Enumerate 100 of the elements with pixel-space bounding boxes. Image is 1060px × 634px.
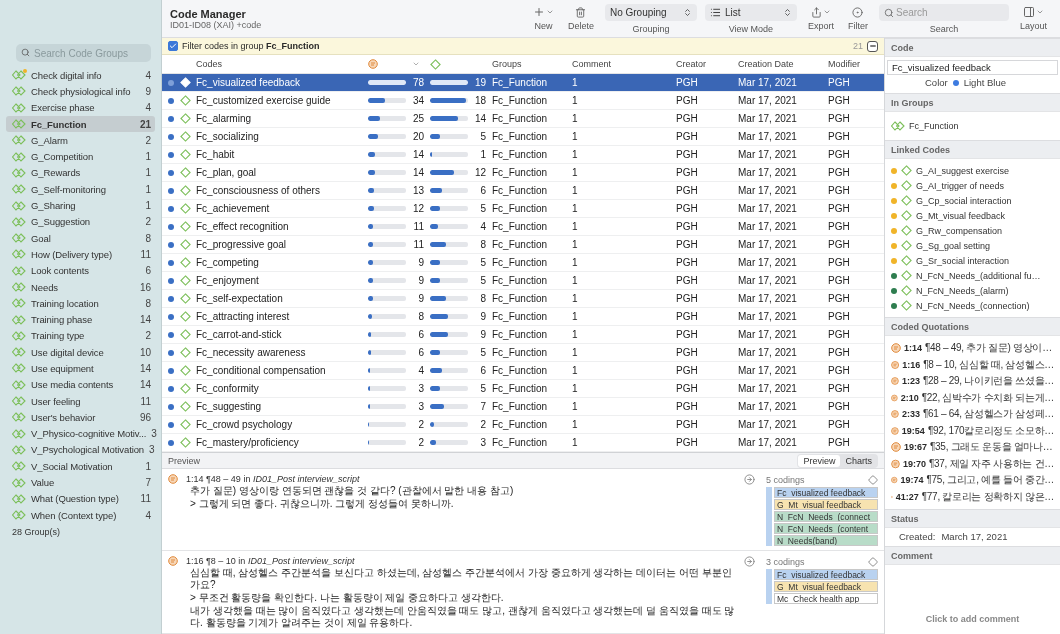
code-row[interactable]: Fc_suggesting 3 7 Fc_Function 1 PGH Mar 17, 2021 PGH — [162, 398, 884, 416]
code-group-item[interactable]: Training phase 14 — [6, 311, 155, 328]
code-icon — [180, 203, 191, 214]
code-row[interactable]: Fc_plan, goal 14 12 Fc_Function 1 PGH Mar 17, 2021 PGH — [162, 164, 884, 182]
code-row[interactable]: Fc_conformity 3 5 Fc_Function 1 PGH Mar 17, 2021 PGH — [162, 380, 884, 398]
linked-code[interactable]: N_FcN_Needs_(additional fu… — [916, 270, 1041, 281]
code-group-item[interactable]: Training location 8 — [6, 295, 155, 312]
code-row[interactable]: Fc_enjoyment 9 5 Fc_Function 1 PGH Mar 17, 2021 PGH — [162, 272, 884, 290]
code-row[interactable]: Fc_alarming 25 14 Fc_Function 1 PGH Mar 17, 2021 PGH — [162, 110, 884, 128]
code-group-item[interactable]: G_Suggestion 2 — [6, 213, 155, 230]
code-tag[interactable]: G_Mt_visual feedback — [774, 581, 878, 592]
code-tag[interactable]: G_Mt_visual feedback — [774, 499, 878, 510]
view-tab[interactable]: Preview — [798, 454, 841, 467]
code-group-icon — [12, 510, 26, 521]
code-group-item[interactable]: User's behavior 96 — [6, 409, 155, 426]
linked-code[interactable]: G_Cp_social interaction — [916, 195, 1012, 206]
code-group-item[interactable]: G_Competition 1 — [6, 148, 155, 165]
code-tag[interactable]: Fc_visualized feedback — [774, 487, 878, 498]
code-row[interactable]: Fc_crowd psychology 2 2 Fc_Function 1 PGH Mar 17, 2021 PGH — [162, 416, 884, 434]
code-group-item[interactable]: G_Alarm 2 — [6, 132, 155, 149]
code-group-item[interactable]: Use equipment 14 — [6, 360, 155, 377]
column-header[interactable]: Creator — [676, 59, 738, 69]
linked-code[interactable]: G_Sr_social interaction — [916, 255, 1010, 266]
group-name: User's behavior — [31, 411, 97, 423]
group-name: G_Alarm — [31, 134, 69, 146]
dropdown-select[interactable]: No Grouping — [604, 3, 697, 21]
linked-code[interactable]: G_Rw_compensation — [916, 225, 1003, 236]
code-row[interactable]: Fc_carrot-and-stick 6 9 Fc_Function 1 PGH Mar 17, 2021 PGH — [162, 326, 884, 344]
code-tag[interactable]: Mc_Check health app — [774, 593, 878, 604]
code-row[interactable]: Fc_competing 9 5 Fc_Function 1 PGH Mar 17, 2021 PGH — [162, 254, 884, 272]
code-row[interactable]: Fc_necessity awareness 6 5 Fc_Function 1 PGH Mar 17, 2021 PGH — [162, 344, 884, 362]
code-group-item[interactable]: How (Delivery type) 11 — [6, 246, 155, 263]
code-row[interactable]: Fc_achievement 12 5 Fc_Function 1 PGH Mar 17, 2021 PGH — [162, 200, 884, 218]
code-group-item[interactable]: Needs 16 — [6, 278, 155, 296]
plus-icon — [532, 6, 545, 18]
code-row[interactable]: Fc_consciousness of others 13 6 Fc_Function 1 PGH Mar 17, 2021 PGH — [162, 182, 884, 200]
code-group-item[interactable]: Value 7 — [6, 474, 155, 491]
code-row[interactable]: Fc_conditional compensation 4 6 Fc_Function 1 PGH Mar 17, 2021 PGH — [162, 362, 884, 380]
code-row[interactable]: Fc_habit 14 1 Fc_Function 1 PGH Mar 17, 2021 PGH — [162, 146, 884, 164]
search-field[interactable]: Search Code Groups — [16, 44, 151, 62]
delete-button[interactable]: Delete — [560, 6, 601, 31]
linked-code[interactable]: G_Sg_goal setting — [916, 240, 991, 251]
code-row[interactable]: Fc_socializing 20 5 Fc_Function 1 PGH Mar 17, 2021 PGH — [162, 128, 884, 146]
code-name: Fc_self-expectation — [196, 293, 284, 304]
column-header[interactable]: Modifier — [828, 59, 884, 69]
code-group-item[interactable]: What (Question type) 11 — [6, 490, 155, 507]
color-dot — [168, 277, 174, 284]
section-header: Coded Quotations — [885, 317, 1060, 336]
code-group-item[interactable]: Check digital info 4 — [6, 67, 155, 84]
code-group-item[interactable]: When (Context type) 4 — [6, 507, 155, 524]
code-row[interactable]: Fc_attracting interest 8 9 Fc_Function 1 PGH Mar 17, 2021 PGH — [162, 308, 884, 326]
code-group-item[interactable]: G_Sharing 1 — [6, 197, 155, 214]
code-group-item[interactable]: Goal 8 — [6, 229, 155, 247]
new-button[interactable]: New — [525, 6, 561, 31]
code-group-item[interactable]: V_Physico-cognitive Motiv... 3 — [6, 425, 155, 442]
export-button[interactable]: Export — [800, 6, 841, 31]
filter-checkbox[interactable] — [168, 41, 178, 51]
code-row[interactable]: Fc_effect recognition 11 4 Fc_Function 1 PGH Mar 17, 2021 PGH — [162, 218, 884, 236]
remove-filter-button[interactable] — [867, 40, 878, 52]
code-group-item[interactable]: Use media contents 14 — [6, 376, 155, 393]
column-header[interactable]: Codes — [196, 59, 368, 69]
column-header[interactable]: Groups — [492, 59, 572, 69]
quotation-snippet: ¶8 – 10, 심심할 때, 삼성헬스… — [923, 357, 1054, 372]
layout-button[interactable]: Layout — [1012, 6, 1054, 31]
code-tag[interactable]: N_Needs(band) — [774, 535, 878, 546]
code-group-item[interactable]: Exercise phase 4 — [6, 99, 155, 116]
code-group-item[interactable]: V_Psychological Motivation 3 — [6, 441, 155, 459]
filter-button[interactable]: Filter — [840, 6, 875, 31]
linked-code[interactable]: N_FcN_Needs_(connection) — [916, 300, 1030, 311]
linked-code[interactable]: G_AI_trigger of needs — [916, 180, 1005, 191]
code-row[interactable]: Fc_customized exercise guide 34 18 Fc_Function 1 PGH Mar 17, 2021 PGH — [162, 92, 884, 110]
column-header[interactable]: Creation Date — [738, 59, 828, 69]
linked-code[interactable]: N_FcN_Needs_(alarm) — [916, 285, 1009, 296]
code-row[interactable]: Fc_mastery/proficiency 2 3 Fc_Function 1 PGH Mar 17, 2021 PGH — [162, 434, 884, 452]
dropdown-select[interactable]: List — [704, 3, 797, 21]
code-group-item[interactable]: Use digital device 10 — [6, 344, 155, 361]
code-group-item[interactable]: User feeling 11 — [6, 392, 155, 410]
code-group-icon — [12, 412, 26, 423]
add-comment-hint[interactable]: Click to add comment — [925, 614, 1020, 624]
code-tag[interactable]: Fc_visualized feedback — [774, 569, 878, 580]
link-count: 3 — [479, 437, 486, 448]
view-tab[interactable]: Charts — [840, 454, 877, 467]
code-row[interactable]: Fc_visualized feedback 78 19 Fc_Function 1 PGH Mar 17, 2021 PGH — [162, 74, 884, 92]
linked-code[interactable]: G_AI_suggest exercise — [916, 165, 1010, 176]
search-field[interactable]: Search — [878, 3, 1009, 21]
column-header[interactable]: Comment — [572, 59, 676, 69]
code-group-item[interactable]: G_Rewards 1 — [6, 164, 155, 182]
date-cell-text: Mar 17, 2021 — [738, 329, 798, 340]
code-group-item[interactable]: Fc_Function 21 — [6, 115, 155, 133]
code-row[interactable]: Fc_progressive goal 11 8 Fc_Function 1 PGH Mar 17, 2021 PGH — [162, 236, 884, 254]
code-row[interactable]: Fc_self-expectation 9 8 Fc_Function 1 PGH Mar 17, 2021 PGH — [162, 290, 884, 308]
code-name-field[interactable]: Fc_visualized feedback — [887, 60, 1058, 75]
code-group-item[interactable]: V_Social Motivation 1 — [6, 458, 155, 475]
code-group-item[interactable]: Check physiological info 9 — [6, 83, 155, 100]
linked-code[interactable]: G_Mt_visual feedback — [916, 210, 1006, 221]
code-group-icon — [12, 200, 26, 211]
code-tag[interactable]: N_FcN_Needs_(connect — [774, 511, 878, 522]
code-group-item[interactable]: Training type 2 — [6, 327, 155, 345]
code-group-item[interactable]: G_Self-monitoring 1 — [6, 181, 155, 198]
code-group-item[interactable]: Look contents 6 — [6, 262, 155, 279]
